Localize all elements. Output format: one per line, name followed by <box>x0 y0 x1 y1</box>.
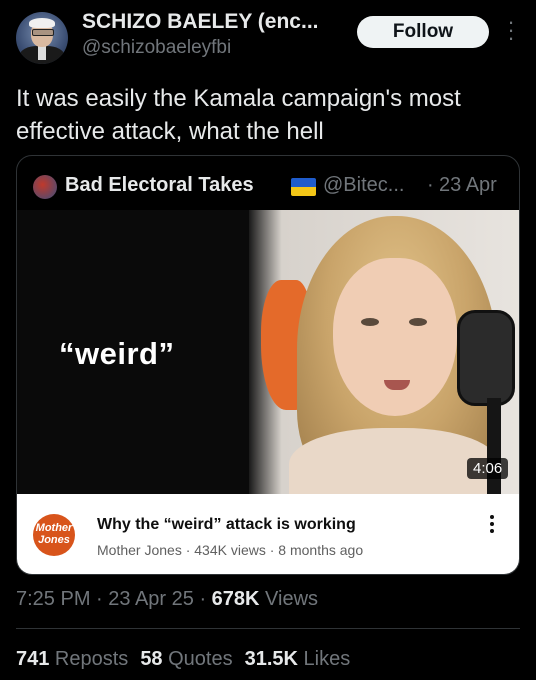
stats-divider <box>16 628 520 629</box>
reposts-label: Reposts <box>49 648 129 670</box>
quoted-separator: · <box>427 174 434 196</box>
reposts-count: 741 <box>16 648 50 670</box>
video-thumbnail[interactable]: “weird” 4:06 <box>17 210 519 494</box>
engagement-stats: 741 Reposts 58 Quotes 31.5K Likes <box>16 648 350 671</box>
author-handle[interactable]: @schizobaeleyfbi <box>82 37 231 59</box>
author-display-name[interactable]: SCHIZO BAELEY (enc... <box>82 10 319 34</box>
quotes-count: 58 <box>140 648 163 670</box>
follow-button[interactable]: Follow <box>357 16 489 48</box>
quoted-author-name[interactable]: Bad Electoral Takes <box>65 174 254 197</box>
microphone-stand <box>487 398 501 494</box>
views-count: 678K <box>211 588 260 610</box>
video-duration-badge: 4:06 <box>467 458 509 479</box>
quoted-tweet-card[interactable]: Bad Electoral Takes @Bitec... · 23 Apr “… <box>16 155 520 575</box>
left-eye <box>361 318 379 326</box>
quotes-label: Quotes <box>162 648 233 670</box>
tweet-timestamp: 7:25 PM · 23 Apr 25 · 678K Views <box>16 588 318 611</box>
tweet-text: It was easily the Kamala campaign's most… <box>16 85 461 145</box>
microphone <box>457 310 515 406</box>
channel-logo[interactable]: Mother Jones <box>33 514 75 556</box>
video-meta: Mother Jones · 434K views · 8 months ago <box>97 542 364 558</box>
quoted-author-avatar[interactable] <box>33 175 57 199</box>
ukraine-flag-icon <box>291 178 316 196</box>
avatar-glasses <box>32 29 54 36</box>
right-eye <box>409 318 427 326</box>
video-more-icon[interactable] <box>487 512 497 542</box>
avatar-collar <box>38 46 46 60</box>
likes-stat[interactable]: 31.5K Likes <box>245 648 351 670</box>
quotes-stat[interactable]: 58 Quotes <box>140 648 232 670</box>
video-info-bar[interactable]: Mother Jones Why the “weird” attack is w… <box>17 494 519 574</box>
likes-count: 31.5K <box>244 648 298 670</box>
more-options-icon[interactable]: · · · <box>504 11 518 49</box>
quoted-author-handle[interactable]: @Bitec... <box>323 174 404 197</box>
author-avatar[interactable] <box>16 12 68 64</box>
woman-face <box>333 258 457 416</box>
views-label: Views <box>259 588 319 610</box>
timestamp-text[interactable]: 7:25 PM · 23 Apr 25 · <box>16 588 212 610</box>
thumbnail-photo <box>249 210 519 494</box>
thumbnail-overlay-text: “weird” <box>59 336 175 371</box>
likes-label: Likes <box>297 648 351 670</box>
avatar-hair <box>29 18 55 28</box>
quoted-date[interactable]: 23 Apr <box>439 174 497 197</box>
reposts-stat[interactable]: 741 Reposts <box>16 648 128 670</box>
video-title[interactable]: Why the “weird” attack is working <box>97 516 356 534</box>
